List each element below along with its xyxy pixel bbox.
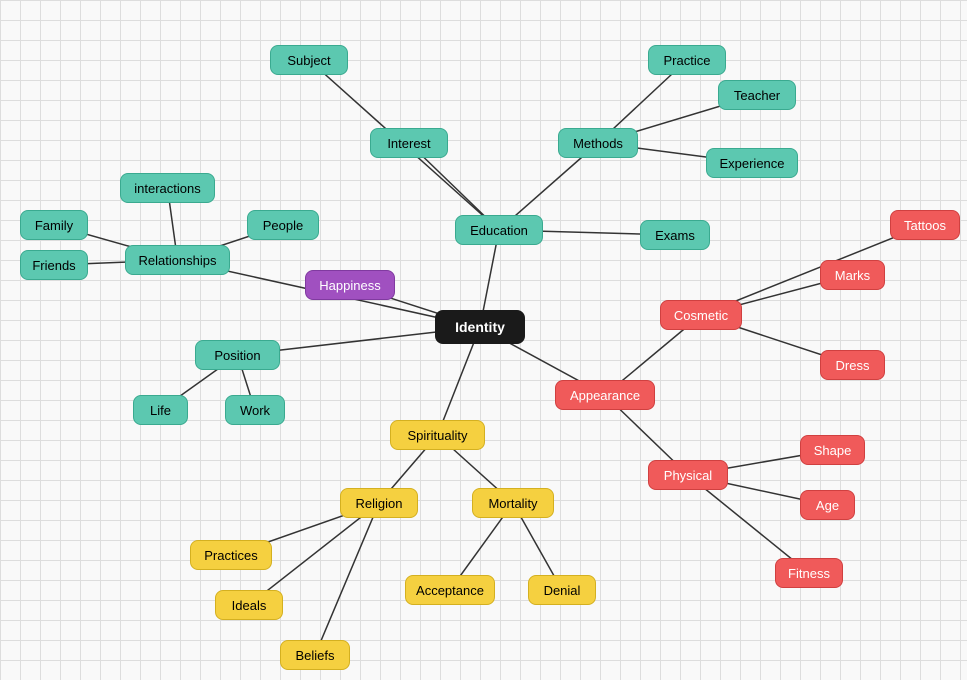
node-exams[interactable]: Exams — [640, 220, 710, 250]
node-identity[interactable]: Identity — [435, 310, 525, 344]
node-people[interactable]: People — [247, 210, 319, 240]
node-spirituality[interactable]: Spirituality — [390, 420, 485, 450]
node-friends[interactable]: Friends — [20, 250, 88, 280]
node-education[interactable]: Education — [455, 215, 543, 245]
node-family[interactable]: Family — [20, 210, 88, 240]
node-physical[interactable]: Physical — [648, 460, 728, 490]
node-position[interactable]: Position — [195, 340, 280, 370]
node-ideals[interactable]: Ideals — [215, 590, 283, 620]
node-work[interactable]: Work — [225, 395, 285, 425]
node-mortality[interactable]: Mortality — [472, 488, 554, 518]
node-teacher[interactable]: Teacher — [718, 80, 796, 110]
node-beliefs[interactable]: Beliefs — [280, 640, 350, 670]
node-shape[interactable]: Shape — [800, 435, 865, 465]
node-acceptance[interactable]: Acceptance — [405, 575, 495, 605]
node-religion[interactable]: Religion — [340, 488, 418, 518]
node-happiness[interactable]: Happiness — [305, 270, 395, 300]
line-religion-beliefs — [315, 503, 379, 655]
mind-map-canvas: Identity Happiness Education Appearance Spir… — [0, 0, 967, 680]
node-denial[interactable]: Denial — [528, 575, 596, 605]
node-dress[interactable]: Dress — [820, 350, 885, 380]
node-fitness[interactable]: Fitness — [775, 558, 843, 588]
node-interest[interactable]: Interest — [370, 128, 448, 158]
node-cosmetic[interactable]: Cosmetic — [660, 300, 742, 330]
node-interactions[interactable]: interactions — [120, 173, 215, 203]
node-tattoos[interactable]: Tattoos — [890, 210, 960, 240]
node-methods[interactable]: Methods — [558, 128, 638, 158]
node-experience[interactable]: Experience — [706, 148, 798, 178]
node-marks[interactable]: Marks — [820, 260, 885, 290]
node-subject[interactable]: Subject — [270, 45, 348, 75]
node-practice[interactable]: Practice — [648, 45, 726, 75]
node-age[interactable]: Age — [800, 490, 855, 520]
node-relationships[interactable]: Relationships — [125, 245, 230, 275]
node-life[interactable]: Life — [133, 395, 188, 425]
node-appearance[interactable]: Appearance — [555, 380, 655, 410]
node-practices[interactable]: Practices — [190, 540, 272, 570]
